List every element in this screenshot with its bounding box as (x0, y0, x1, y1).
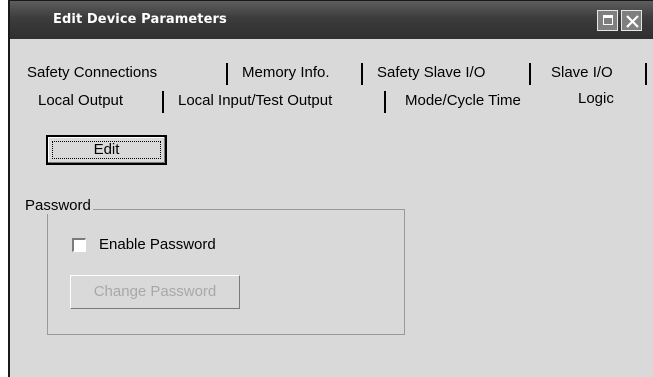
tab-label: Mode/Cycle Time (405, 92, 521, 109)
tab-label: Safety Slave I/O (377, 64, 486, 81)
maximize-icon (603, 15, 613, 25)
tab-label: Logic (578, 90, 614, 107)
tab-label: Safety Connections (27, 64, 158, 81)
tab-logic[interactable]: Logic (558, 88, 650, 110)
logic-panel: Edit Password Enable Password Change Pas… (10, 114, 653, 377)
title-bar[interactable]: Edit Device Parameters (10, 1, 653, 39)
change-password-button[interactable]: Change Password (70, 275, 240, 309)
maximize-button[interactable] (597, 10, 618, 31)
tab-safety-slave-io[interactable]: Safety Slave I/O (363, 62, 531, 85)
tab-label: Memory Info. (242, 64, 330, 81)
tab-slave-io[interactable]: Slave I/O (531, 62, 647, 85)
tab-memory-info[interactable]: Memory Info. (228, 62, 363, 85)
enable-password-checkbox[interactable] (72, 238, 86, 252)
edit-device-parameters-window: Edit Device Parameters Safety Connection… (8, 0, 653, 377)
window-title: Edit Device Parameters (53, 12, 227, 27)
close-icon (626, 15, 639, 28)
tab-local-input-test-output[interactable]: Local Input/Test Output (164, 90, 386, 113)
enable-password-label[interactable]: Enable Password (99, 236, 216, 253)
tab-label: Local Input/Test Output (178, 92, 333, 109)
edit-button-label: Edit (93, 141, 120, 158)
tab-label: Slave I/O (551, 64, 613, 81)
tab-label: Local Output (38, 92, 124, 109)
close-button[interactable] (621, 10, 642, 31)
tab-mode-cycle-time[interactable]: Mode/Cycle Time (386, 90, 558, 112)
tab-local-output[interactable]: Local Output (14, 90, 164, 113)
tab-separator (645, 63, 647, 85)
password-groupbox (47, 209, 405, 335)
tab-safety-connections[interactable]: Safety Connections (14, 62, 228, 85)
edit-button[interactable]: Edit (46, 135, 167, 165)
password-group-label: Password (23, 197, 93, 214)
